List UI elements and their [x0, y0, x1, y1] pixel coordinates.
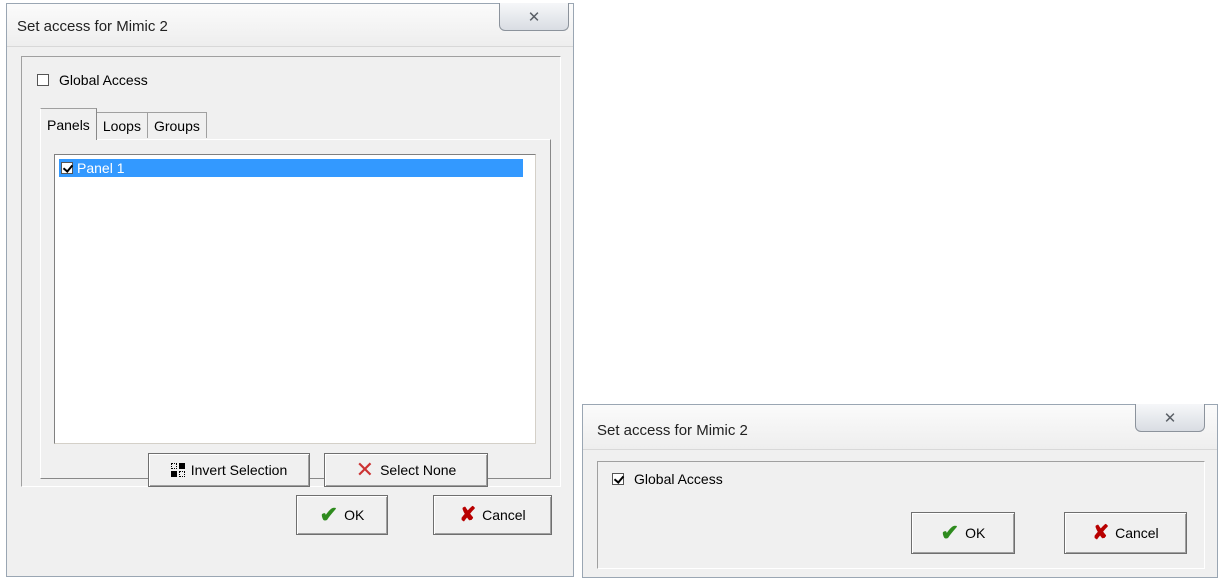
window-title: Set access for Mimic 2 [17, 18, 168, 35]
tab-panel-panels: Panel 1 Invert Selection ✕ Select None [40, 139, 551, 487]
access-dialog-full: Set access for Mimic 2 ✕ Global Access P… [6, 3, 574, 577]
access-dialog-compact: Set access for Mimic 2 ✕ Global Access ✔… [582, 404, 1218, 578]
ok-label: OK [344, 507, 365, 523]
global-access-checkbox[interactable] [37, 74, 49, 86]
close-icon: ✕ [527, 8, 541, 26]
title-bar[interactable]: Set access for Mimic 2 ✕ [583, 404, 1217, 450]
global-access-label: Global Access [634, 471, 723, 487]
window-title: Set access for Mimic 2 [597, 422, 748, 439]
list-item[interactable]: Panel 1 [59, 159, 523, 177]
close-button[interactable]: ✕ [499, 3, 569, 31]
tab-groups-label: Groups [153, 117, 200, 134]
list-item-label: Panel 1 [77, 160, 125, 176]
thin-x-icon: ✕ [355, 457, 375, 482]
cancel-button[interactable]: ✘ Cancel [433, 495, 552, 535]
close-icon: ✕ [1163, 409, 1177, 427]
content-panel: Global Access Panels Loops Groups Panel … [21, 56, 561, 487]
tab-groups[interactable]: Groups [147, 112, 207, 138]
ok-button[interactable]: ✔ OK [296, 495, 388, 535]
cancel-label: Cancel [1115, 525, 1159, 541]
tab-strip: Panels Loops Groups [40, 108, 207, 140]
close-button[interactable]: ✕ [1135, 404, 1205, 432]
cancel-label: Cancel [482, 507, 526, 523]
tab-panels[interactable]: Panels [40, 108, 97, 140]
panel-1-checkbox[interactable] [61, 162, 73, 174]
ok-label: OK [965, 525, 986, 541]
invert-selection-label: Invert Selection [190, 462, 288, 478]
check-icon: ✔ [319, 502, 339, 527]
check-icon: ✔ [940, 520, 960, 545]
global-access-row[interactable]: Global Access [37, 72, 148, 88]
panels-listbox[interactable]: Panel 1 [54, 154, 536, 444]
select-none-label: Select None [380, 462, 457, 478]
cancel-button[interactable]: ✘ Cancel [1064, 512, 1187, 554]
tab-loops-label: Loops [102, 117, 141, 134]
red-x-icon: ✘ [459, 504, 477, 526]
tab-panels-label: Panels [47, 116, 90, 133]
red-x-icon: ✘ [1092, 522, 1110, 544]
invert-selection-icon [170, 463, 185, 477]
tab-loops[interactable]: Loops [96, 112, 148, 138]
global-access-row[interactable]: Global Access [612, 471, 723, 487]
content-panel: Global Access ✔ OK ✘ Cancel [597, 461, 1205, 569]
select-none-button[interactable]: ✕ Select None [324, 453, 488, 487]
invert-selection-button[interactable]: Invert Selection [148, 453, 310, 487]
ok-button[interactable]: ✔ OK [911, 512, 1015, 554]
global-access-checkbox[interactable] [612, 473, 624, 485]
global-access-label: Global Access [59, 72, 148, 88]
title-bar[interactable]: Set access for Mimic 2 ✕ [7, 3, 573, 47]
